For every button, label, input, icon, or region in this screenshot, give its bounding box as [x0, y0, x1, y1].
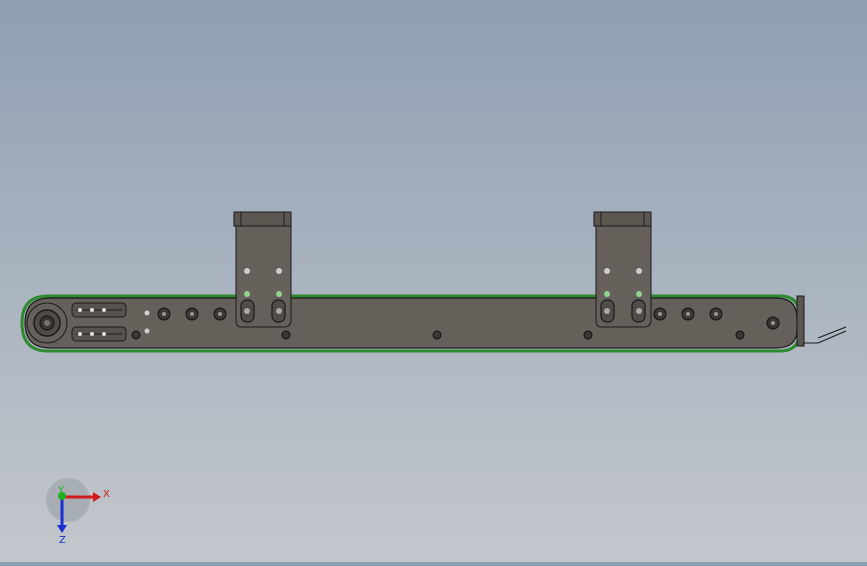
triad-origin-shade	[46, 478, 90, 522]
x-axis-label: X	[103, 489, 110, 500]
z-arrow-icon	[57, 525, 67, 533]
z-axis-label: Z	[59, 535, 66, 546]
x-arrow-icon	[93, 492, 101, 502]
axis-triad: X Y Z	[46, 478, 110, 546]
y-axis-label: Y	[57, 485, 65, 496]
